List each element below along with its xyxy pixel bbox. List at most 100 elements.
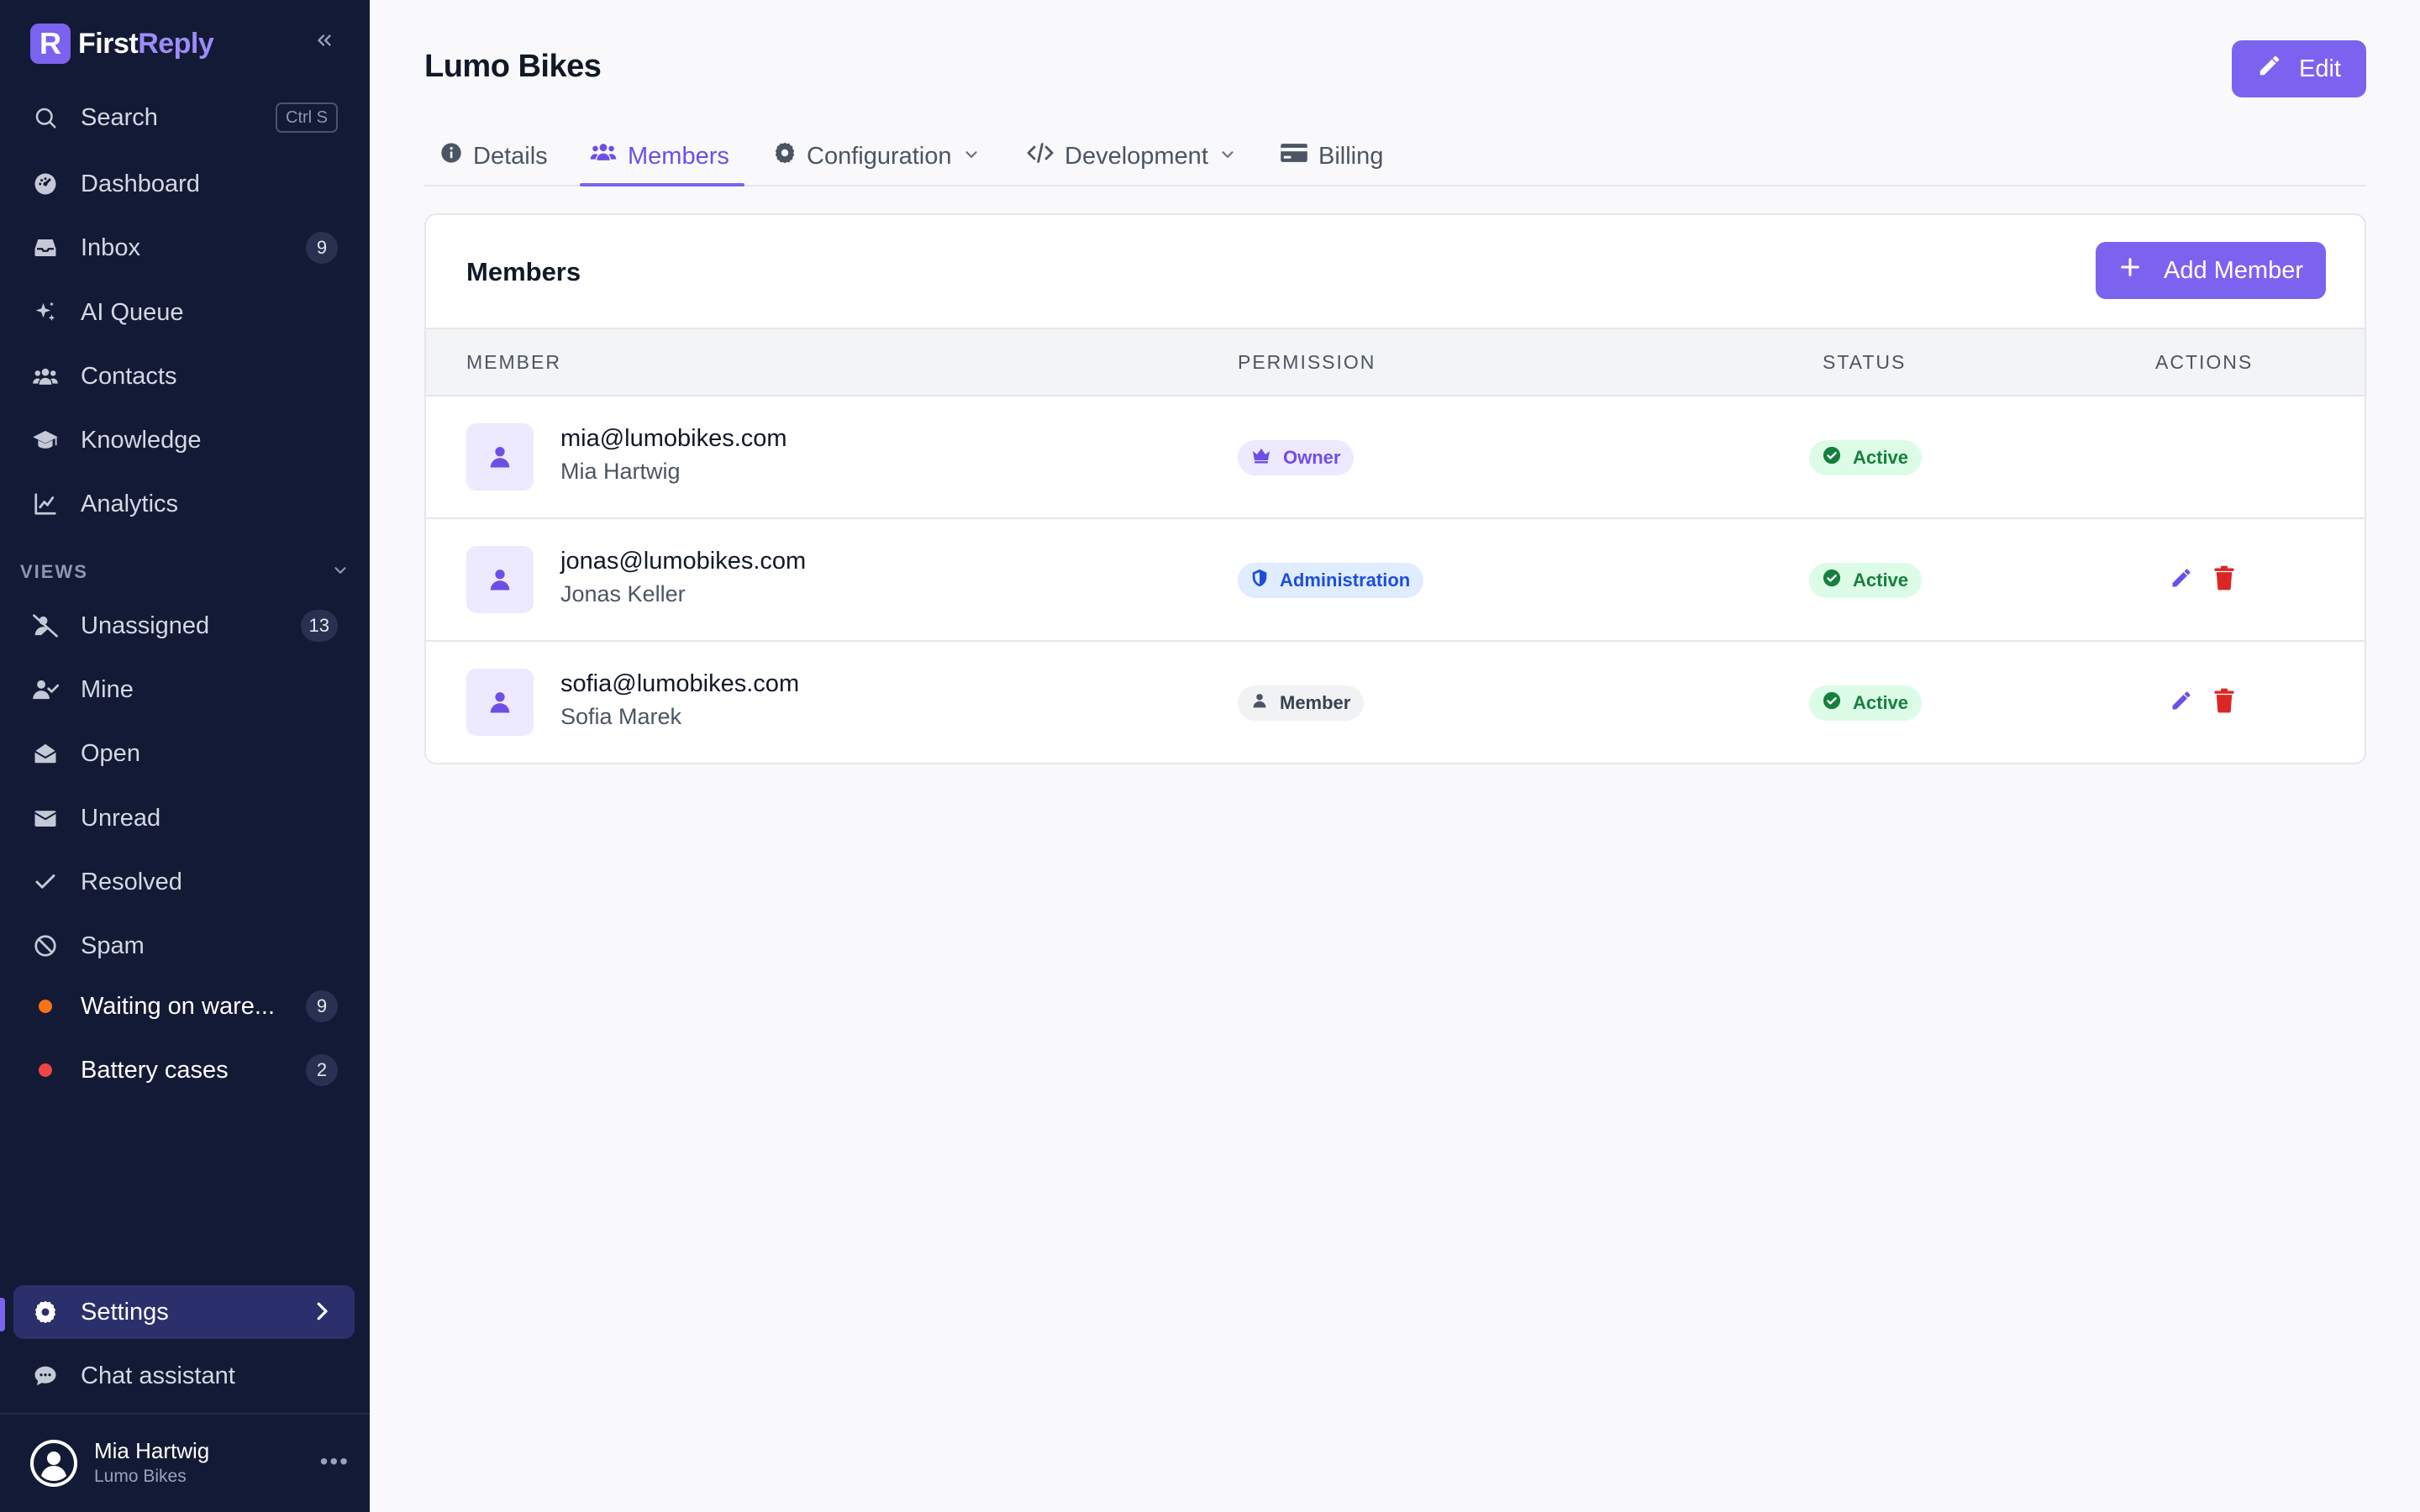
sidebar-view-unassigned[interactable]: Unassigned 13 xyxy=(13,599,355,653)
brand-logo[interactable]: R FirstReply xyxy=(30,22,214,66)
sidebar-item-knowledge[interactable]: Knowledge xyxy=(13,413,355,467)
pencil-icon xyxy=(2170,689,2193,717)
sidebar-item-contacts[interactable]: Contacts xyxy=(13,349,355,403)
column-header-permission: PERMISSION xyxy=(1238,351,1376,373)
sidebar-view-open[interactable]: Open xyxy=(13,727,355,780)
user-check-icon xyxy=(30,675,60,705)
edit-button-label: Edit xyxy=(2299,55,2341,82)
info-circle-icon xyxy=(439,141,463,171)
sidebar-item-label: Mine xyxy=(81,675,134,703)
envelope-open-icon xyxy=(30,738,60,769)
sidebar-view-spam[interactable]: Spam xyxy=(13,919,355,973)
pencil-icon xyxy=(2257,53,2282,85)
waiting-count-badge: 9 xyxy=(306,990,338,1022)
sidebar-view-mine[interactable]: Mine xyxy=(13,663,355,717)
chevron-right-icon xyxy=(309,1299,334,1331)
tab-configuration[interactable]: Configuration xyxy=(773,126,981,186)
users-icon xyxy=(589,141,618,171)
column-header-actions: ACTIONS xyxy=(2155,351,2254,373)
active-nav-marker xyxy=(0,1298,5,1331)
brand-logo-mark: R xyxy=(30,24,71,64)
gear-icon xyxy=(773,141,797,171)
user-slash-icon xyxy=(30,611,60,641)
tab-label: Details xyxy=(473,142,548,170)
collapse-sidebar-button[interactable] xyxy=(309,25,339,55)
sidebar-item-label: Contacts xyxy=(81,362,177,390)
member-avatar-icon xyxy=(466,423,534,491)
tab-members[interactable]: Members xyxy=(589,126,729,186)
sidebar-item-label: Unassigned xyxy=(81,612,210,639)
sidebar-view-battery-cases[interactable]: Battery cases 2 xyxy=(13,1043,355,1097)
more-options-button[interactable]: ••• xyxy=(320,1448,350,1475)
check-circle-icon xyxy=(1823,446,1841,470)
sidebar-item-label: Dashboard xyxy=(81,170,200,197)
pencil-icon xyxy=(2170,566,2193,594)
trash-icon xyxy=(2213,688,2235,717)
status-badge: Active xyxy=(1809,563,1923,598)
members-table-header: MEMBER PERMISSION STATUS ACTIONS xyxy=(426,328,2365,396)
user-profile[interactable]: Mia Hartwig Lumo Bikes ••• xyxy=(30,1436,350,1495)
edit-member-button[interactable] xyxy=(2165,563,2198,596)
member-email: sofia@lumobikes.com xyxy=(560,670,800,697)
crown-icon xyxy=(1251,447,1271,469)
views-header-label: VIEWS xyxy=(20,561,88,582)
envelope-icon xyxy=(30,803,60,833)
inbox-icon xyxy=(30,233,60,263)
permission-badge: Administration xyxy=(1238,563,1424,598)
sidebar-item-ai-queue[interactable]: AI Queue xyxy=(13,286,355,339)
sidebar-item-label: Inbox xyxy=(81,234,140,261)
search-icon xyxy=(30,102,60,133)
brand-name-part1: First xyxy=(78,27,139,60)
sidebar-item-label: Analytics xyxy=(81,490,179,517)
status-badge: Active xyxy=(1809,685,1923,721)
member-avatar-icon xyxy=(466,669,534,736)
sidebar-item-inbox[interactable]: Inbox 9 xyxy=(13,221,355,275)
sidebar-view-waiting-on-warehouse[interactable]: Waiting on ware... 9 xyxy=(13,979,355,1033)
members-card: Members Add Member MEMBER PERMISSION STA… xyxy=(424,213,2366,764)
check-circle-icon xyxy=(1823,569,1841,592)
check-icon xyxy=(30,867,60,897)
sidebar-item-label: Knowledge xyxy=(81,426,202,454)
sidebar-item-label: Settings xyxy=(81,1298,169,1326)
red-dot-icon xyxy=(30,1055,60,1085)
edit-button[interactable]: Edit xyxy=(2232,40,2366,97)
sidebar-view-unread[interactable]: Unread xyxy=(13,791,355,845)
column-header-status: STATUS xyxy=(1823,351,1907,373)
sidebar-item-analytics[interactable]: Analytics xyxy=(13,477,355,531)
member-avatar-icon xyxy=(466,546,534,613)
add-member-button[interactable]: Add Member xyxy=(2096,242,2326,299)
sidebar-item-chat-assistant[interactable]: Chat assistant xyxy=(13,1349,355,1403)
chevron-down-icon xyxy=(331,561,350,585)
sidebar-item-label: Spam xyxy=(81,932,145,959)
gear-icon xyxy=(30,1297,60,1327)
tab-development[interactable]: Development xyxy=(1026,126,1237,186)
sidebar-item-settings[interactable]: Settings xyxy=(13,1285,355,1339)
sidebar-item-label: Open xyxy=(81,739,140,767)
chevrons-left-icon xyxy=(318,34,331,46)
sidebar-item-label: Battery cases xyxy=(81,1056,229,1084)
sidebar-item-label: Resolved xyxy=(81,868,182,895)
permission-label: Owner xyxy=(1283,447,1341,468)
sidebar-item-label: Waiting on ware... xyxy=(81,992,276,1020)
trash-icon xyxy=(2213,565,2235,595)
search-shortcut: Ctrl S xyxy=(276,102,338,133)
member-name: Sofia Marek xyxy=(560,704,682,729)
edit-member-button[interactable] xyxy=(2165,685,2198,719)
sidebar-view-resolved[interactable]: Resolved xyxy=(13,855,355,909)
tab-billing[interactable]: Billing xyxy=(1280,126,1383,186)
delete-member-button[interactable] xyxy=(2207,685,2241,719)
sidebar-item-dashboard[interactable]: Dashboard xyxy=(13,157,355,211)
permission-label: Administration xyxy=(1280,570,1411,591)
permission-badge: Member xyxy=(1238,685,1365,721)
chat-bubble-icon xyxy=(30,1361,60,1391)
permission-label: Member xyxy=(1280,692,1351,713)
tab-details[interactable]: Details xyxy=(439,126,548,186)
tab-label: Members xyxy=(628,142,729,170)
user-icon xyxy=(1251,692,1268,714)
member-email: mia@lumobikes.com xyxy=(560,425,787,452)
sidebar-search[interactable]: Search Ctrl S xyxy=(13,91,355,144)
status-badge: Active xyxy=(1809,440,1923,475)
views-section-header[interactable]: VIEWS xyxy=(20,561,350,586)
delete-member-button[interactable] xyxy=(2207,563,2241,596)
credit-card-icon xyxy=(1280,141,1308,171)
